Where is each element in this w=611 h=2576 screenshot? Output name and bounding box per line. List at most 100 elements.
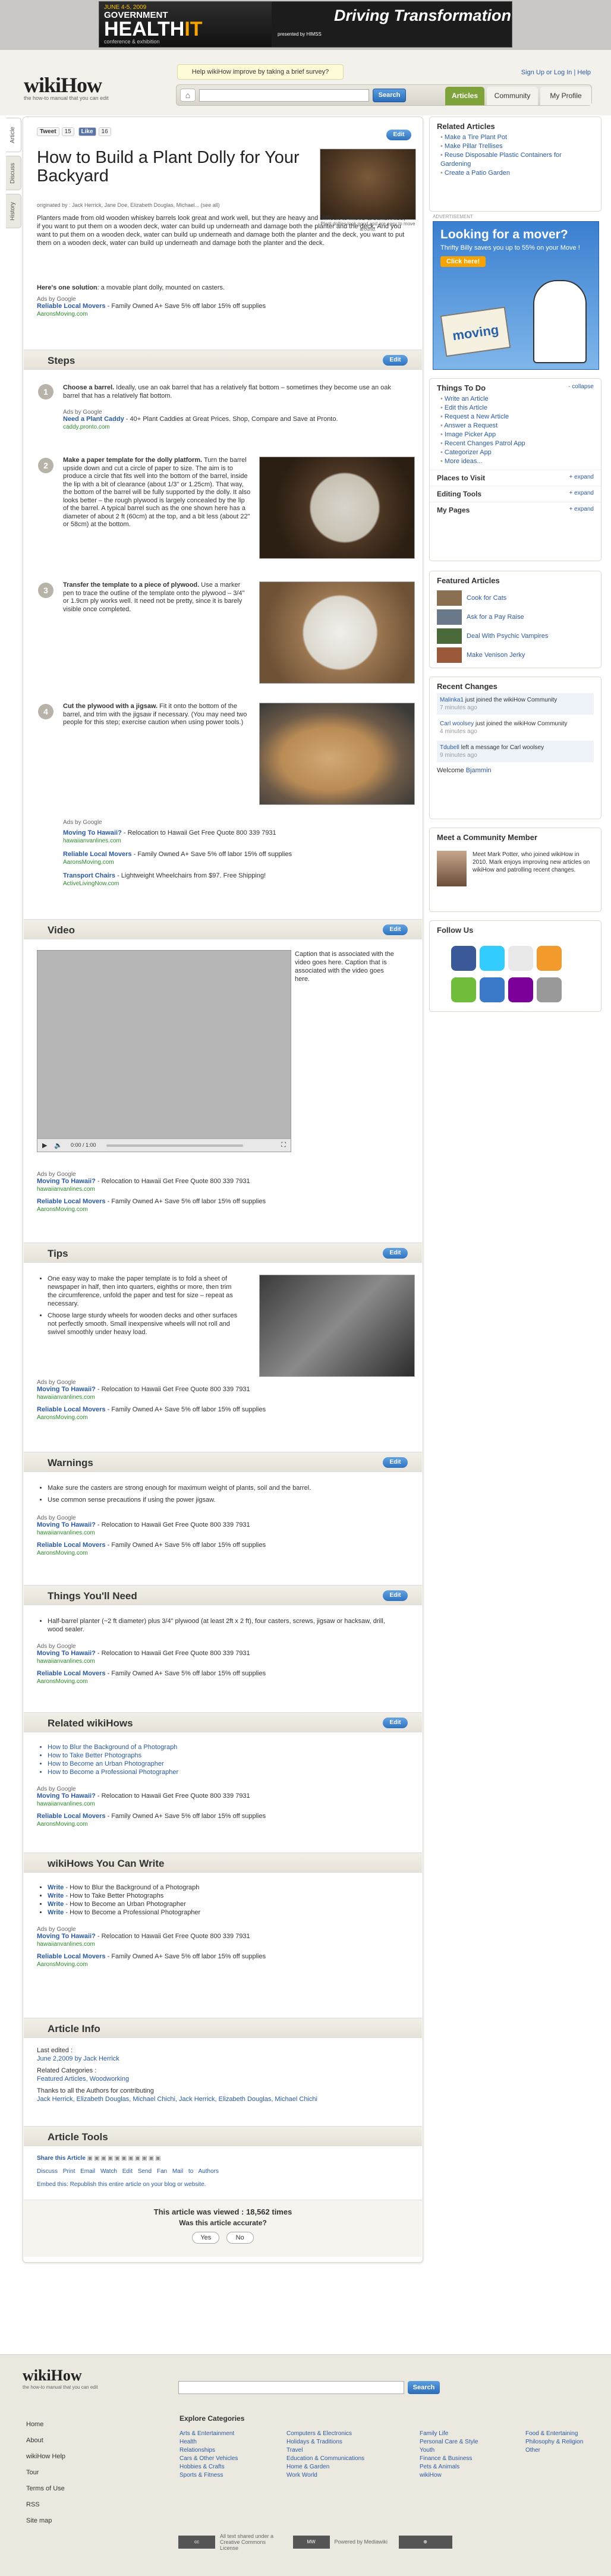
tab-my-profile[interactable]: My Profile: [540, 87, 591, 105]
todo-link[interactable]: Answer a Request: [440, 422, 594, 430]
footer-link[interactable]: Terms of Use: [26, 2481, 65, 2497]
step-image[interactable]: [259, 457, 415, 559]
ad-url[interactable]: hawaiianvanlines.com: [37, 1657, 393, 1665]
last-edited[interactable]: June 2,2009 by Jack Herrick: [37, 2055, 393, 2063]
ad-link[interactable]: Moving To Hawaii? - Relocation to Hawaii…: [37, 1933, 393, 1940]
list-item[interactable]: How to Become a Professional Photographe…: [48, 1768, 395, 1776]
ad-link[interactable]: Reliable Local Movers - Family Owned A+ …: [37, 303, 405, 310]
ad-link[interactable]: Reliable Local Movers - Family Owned A+ …: [37, 1542, 393, 1549]
footer-link[interactable]: wikiHow Help: [26, 2449, 65, 2465]
ad-link[interactable]: Moving To Hawaii? - Relocation to Hawaii…: [37, 1792, 393, 1800]
ad-url[interactable]: AaronsMoving.com: [37, 1961, 393, 1968]
tab-community[interactable]: Community: [487, 87, 538, 105]
ad-url[interactable]: ActiveLivingNow.com: [63, 880, 396, 888]
ad-link[interactable]: Reliable Local Movers - Family Owned A+ …: [37, 1953, 393, 1961]
intro-image[interactable]: [320, 149, 416, 220]
related-article-link[interactable]: Create a Patio Garden: [440, 169, 594, 178]
edit-button[interactable]: Edit: [383, 1590, 408, 1601]
list-item[interactable]: Write - How to Take Better Photographs: [48, 1892, 395, 1900]
avatar[interactable]: [437, 851, 467, 886]
tips-image[interactable]: [259, 1275, 415, 1377]
category-link[interactable]: Family Life: [420, 2430, 478, 2438]
category-link[interactable]: Home & Garden: [286, 2463, 364, 2471]
list-item[interactable]: How to Take Better Photographs: [48, 1751, 395, 1760]
list-item[interactable]: Write - How to Blur the Background of a …: [48, 1883, 395, 1892]
related-article-link[interactable]: Make Pillar Trellises: [440, 142, 594, 151]
site-logo[interactable]: wikiHow the how-to manual that you can e…: [24, 73, 109, 101]
todo-link[interactable]: More ideas...: [440, 457, 594, 466]
volume-icon[interactable]: 🔈: [54, 1141, 62, 1149]
footer-link[interactable]: RSS: [26, 2497, 65, 2513]
footer-search-input[interactable]: [178, 2381, 404, 2394]
ad-url[interactable]: AaronsMoving.com: [37, 1678, 393, 1685]
yes-button[interactable]: Yes: [192, 2232, 220, 2244]
iphone-icon[interactable]: [537, 977, 562, 1002]
facebook-icon[interactable]: [451, 946, 476, 971]
todo-link[interactable]: Categorizer App: [440, 448, 594, 457]
ad-url[interactable]: AaronsMoving.com: [37, 1206, 393, 1213]
category-link[interactable]: Computers & Electronics: [286, 2430, 364, 2438]
tab-articles[interactable]: Articles: [445, 87, 484, 105]
email-icon[interactable]: [480, 977, 505, 1002]
ad-url[interactable]: hawaiianvanlines.com: [37, 1940, 393, 1948]
list-item[interactable]: Write - How to Become an Urban Photograp…: [48, 1900, 395, 1908]
step-image[interactable]: [259, 703, 415, 805]
footer-search-button[interactable]: Search: [408, 2381, 440, 2394]
search-button[interactable]: Search: [373, 89, 406, 102]
list-item[interactable]: Write - How to Become a Professional Pho…: [48, 1908, 395, 1917]
ad-url[interactable]: AaronsMoving.com: [37, 1820, 393, 1828]
footer-logo[interactable]: wikiHow: [23, 2367, 82, 2385]
footer-link[interactable]: Home: [26, 2417, 65, 2433]
share-icons[interactable]: ▣▣▣▣▣▣▣▣▣▣▣: [87, 2155, 162, 2162]
footer-link[interactable]: Tour: [26, 2465, 65, 2481]
no-button[interactable]: No: [226, 2232, 254, 2244]
ad-url[interactable]: hawaiianvanlines.com: [37, 1800, 393, 1808]
edit-button[interactable]: Edit: [383, 355, 408, 366]
ad-button[interactable]: Click here!: [440, 256, 486, 267]
video-progress[interactable]: [106, 1144, 243, 1147]
footer-link[interactable]: Site map: [26, 2513, 65, 2529]
places-to-visit[interactable]: + expand Places to Visit: [430, 470, 601, 486]
ad-url[interactable]: hawaiianvanlines.com: [37, 1529, 393, 1537]
ad-url[interactable]: hawaiianvanlines.com: [37, 1394, 393, 1401]
category-link[interactable]: Arts & Entertainment: [179, 2430, 238, 2438]
home-icon[interactable]: ⌂: [180, 89, 196, 102]
mediawiki-badge[interactable]: MW: [292, 2536, 330, 2549]
category-link[interactable]: Sports & Fitness: [179, 2471, 238, 2480]
email-link[interactable]: Email: [80, 2168, 95, 2175]
play-icon[interactable]: ▶: [42, 1141, 47, 1149]
category-link[interactable]: Holidays & Traditions: [286, 2438, 364, 2446]
ad-link[interactable]: Moving To Hawaii? - Relocation to Hawaii…: [37, 1178, 393, 1185]
ad-link[interactable]: Need a Plant Caddy - 40+ Plant Caddies a…: [63, 416, 396, 423]
tab-discuss[interactable]: Discuss: [6, 156, 21, 190]
category-link[interactable]: Travel: [286, 2446, 364, 2455]
category-link[interactable]: Other: [525, 2446, 583, 2455]
todo-link[interactable]: Request a New Article: [440, 413, 594, 422]
ad-url[interactable]: AaronsMoving.com: [37, 310, 405, 318]
edit-button[interactable]: Edit: [383, 1718, 408, 1728]
ad-url[interactable]: AaronsMoving.com: [63, 858, 396, 866]
categories[interactable]: Featured Articles, Woodworking: [37, 2075, 393, 2083]
category-link[interactable]: Personal Care & Style: [420, 2438, 478, 2446]
ad-link[interactable]: Moving To Hawaii? - Relocation to Hawaii…: [63, 829, 396, 837]
category-link[interactable]: Health: [179, 2438, 238, 2446]
ad-url[interactable]: caddy.pronto.com: [63, 423, 396, 431]
tab-history[interactable]: History: [6, 194, 21, 228]
ad-url[interactable]: AaronsMoving.com: [37, 1549, 393, 1557]
fullscreen-icon[interactable]: ⛶: [281, 1141, 286, 1149]
step-image[interactable]: [259, 581, 415, 684]
featured-item[interactable]: Make Venison Jerky: [437, 646, 594, 665]
related-article-link[interactable]: Make a Tire Plant Pot: [440, 133, 594, 142]
ad-link[interactable]: Reliable Local Movers - Family Owned A+ …: [37, 1670, 393, 1678]
like-button[interactable]: Like: [78, 127, 96, 136]
category-link[interactable]: Food & Entertaining: [525, 2430, 583, 2438]
category-link[interactable]: Relationships: [179, 2446, 238, 2455]
list-item[interactable]: How to Blur the Background of a Photogra…: [48, 1743, 395, 1751]
survey-link[interactable]: Help wikiHow improve by taking a brief s…: [177, 64, 344, 80]
cc-badge[interactable]: cc: [178, 2536, 215, 2549]
footer-link[interactable]: About: [26, 2433, 65, 2449]
category-link[interactable]: Philosophy & Religion: [525, 2438, 583, 2446]
carbon-neutral-badge[interactable]: ⊕: [398, 2536, 452, 2549]
featured-item[interactable]: Deal With Psychic Vampires: [437, 627, 594, 646]
edit-article-button[interactable]: Edit: [386, 130, 411, 140]
